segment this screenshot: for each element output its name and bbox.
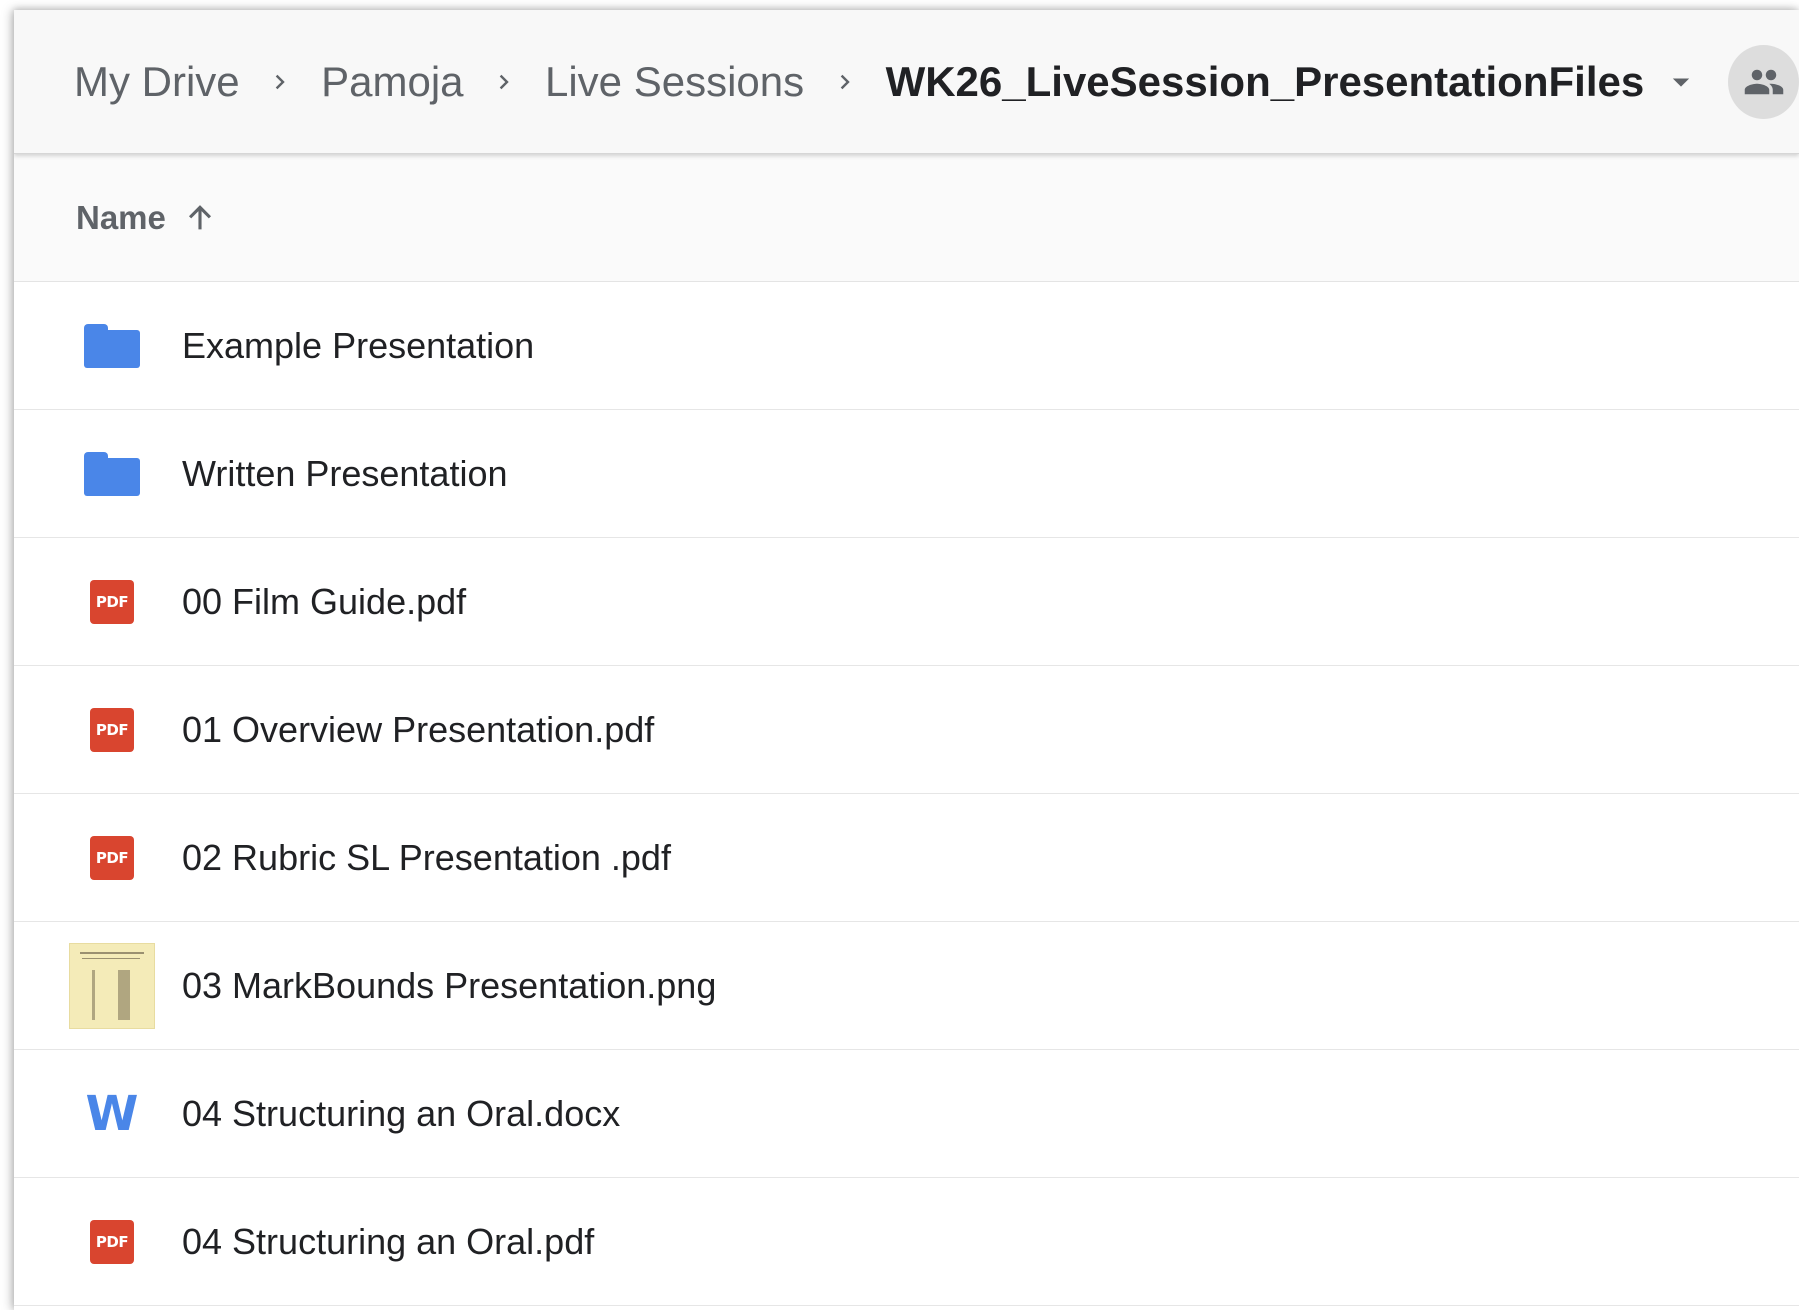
pdf-icon: PDF bbox=[14, 1178, 182, 1305]
list-item[interactable]: PDF 04 Structuring an Oral.pdf bbox=[14, 1178, 1799, 1306]
chevron-right-icon bbox=[254, 58, 307, 106]
image-thumbnail-icon bbox=[14, 922, 182, 1049]
breadcrumb: My Drive Pamoja Live Sessions WK26_LiveS… bbox=[14, 10, 1799, 154]
list-item[interactable]: W 04 Structuring an Oral.docx bbox=[14, 1050, 1799, 1178]
file-name: 03 MarkBounds Presentation.png bbox=[182, 964, 717, 1006]
breadcrumb-my-drive[interactable]: My Drive bbox=[74, 60, 240, 103]
chevron-right-icon bbox=[818, 58, 871, 106]
people-icon bbox=[1744, 69, 1783, 94]
file-name: Example Presentation bbox=[182, 324, 535, 366]
file-name: Written Presentation bbox=[182, 452, 508, 494]
list-item[interactable]: PDF 02 Rubric SL Presentation .pdf bbox=[14, 794, 1799, 922]
file-name: 01 Overview Presentation.pdf bbox=[182, 708, 655, 750]
folder-icon bbox=[14, 282, 182, 409]
breadcrumb-current-folder[interactable]: WK26_LiveSession_PresentationFiles bbox=[886, 60, 1645, 103]
pdf-icon: PDF bbox=[14, 666, 182, 793]
list-item[interactable]: PDF 01 Overview Presentation.pdf bbox=[14, 666, 1799, 794]
word-doc-icon: W bbox=[85, 1085, 139, 1142]
file-name: 04 Structuring an Oral.pdf bbox=[182, 1220, 595, 1262]
file-name: 00 Film Guide.pdf bbox=[182, 580, 467, 622]
list-item[interactable]: Written Presentation bbox=[14, 410, 1799, 538]
file-list: Example Presentation Written Presentatio… bbox=[14, 282, 1799, 1306]
list-item[interactable]: 03 MarkBounds Presentation.png bbox=[14, 922, 1799, 1050]
file-name: 02 Rubric SL Presentation .pdf bbox=[182, 836, 671, 878]
pdf-icon: PDF bbox=[14, 794, 182, 921]
list-item[interactable]: PDF 00 Film Guide.pdf bbox=[14, 538, 1799, 666]
breadcrumb-pamoja[interactable]: Pamoja bbox=[321, 60, 463, 103]
folder-icon bbox=[14, 410, 182, 537]
name-column-header[interactable]: Name bbox=[76, 199, 166, 237]
drive-window: My Drive Pamoja Live Sessions WK26_LiveS… bbox=[14, 10, 1799, 1310]
caret-down-icon[interactable] bbox=[1662, 62, 1700, 102]
file-name: 04 Structuring an Oral.docx bbox=[182, 1092, 621, 1134]
shared-people-button[interactable] bbox=[1728, 44, 1799, 119]
chevron-right-icon bbox=[478, 58, 531, 106]
arrow-up-icon[interactable] bbox=[180, 198, 220, 238]
pdf-icon: PDF bbox=[14, 538, 182, 665]
breadcrumb-live-sessions[interactable]: Live Sessions bbox=[545, 60, 804, 103]
list-item[interactable]: Example Presentation bbox=[14, 282, 1799, 410]
column-header-row: Name bbox=[14, 154, 1799, 282]
